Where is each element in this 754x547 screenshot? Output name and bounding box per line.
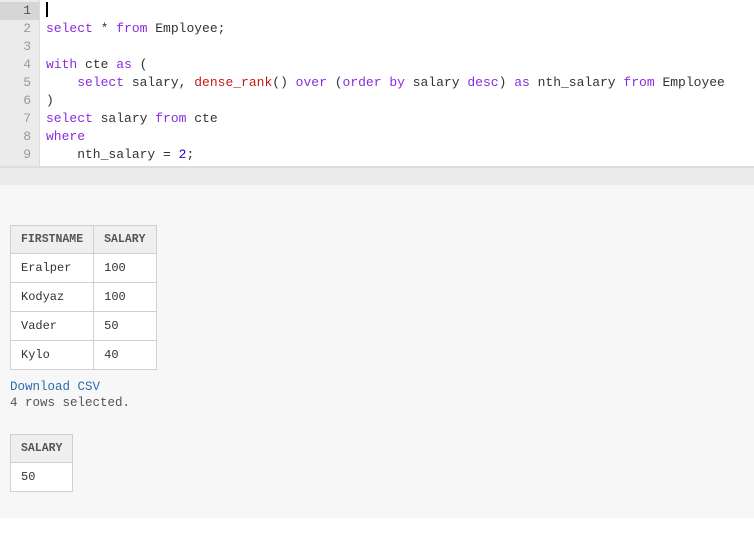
- line-number: 1: [0, 2, 39, 20]
- table-row: Vader50: [11, 312, 157, 341]
- editor-bottom-bar: [0, 167, 754, 185]
- result-table-2: SALARY 50: [10, 434, 73, 492]
- table-row: Eralper100: [11, 254, 157, 283]
- code-line[interactable]: [46, 2, 748, 20]
- line-number: 8: [4, 128, 31, 146]
- line-number: 7: [4, 110, 31, 128]
- table-cell: 100: [94, 283, 156, 312]
- code-line[interactable]: select * from Employee;: [46, 20, 748, 38]
- line-number: 2: [4, 20, 31, 38]
- table-cell: 50: [11, 463, 73, 492]
- code-line[interactable]: select salary from cte: [46, 110, 748, 128]
- download-csv-link[interactable]: Download CSV: [10, 380, 100, 394]
- column-header: FIRSTNAME: [11, 226, 94, 254]
- table-row: Kylo40: [11, 341, 157, 370]
- code-line[interactable]: nth_salary = 2;: [46, 146, 748, 164]
- results-panel: FIRSTNAMESALARY Eralper100Kodyaz100Vader…: [0, 185, 754, 518]
- line-number: 6: [4, 92, 31, 110]
- column-header: SALARY: [11, 435, 73, 463]
- code-line[interactable]: ): [46, 92, 748, 110]
- result-table-1: FIRSTNAMESALARY Eralper100Kodyaz100Vader…: [10, 225, 157, 370]
- table-cell: Kylo: [11, 341, 94, 370]
- line-gutter: 123456789: [0, 0, 40, 166]
- code-line[interactable]: with cte as (: [46, 56, 748, 74]
- table-cell: Kodyaz: [11, 283, 94, 312]
- table-row: 50: [11, 463, 73, 492]
- column-header: SALARY: [94, 226, 156, 254]
- status-text: 4 rows selected.: [10, 396, 744, 410]
- code-line[interactable]: where: [46, 128, 748, 146]
- table-cell: 50: [94, 312, 156, 341]
- text-cursor: [46, 2, 48, 17]
- table-cell: Vader: [11, 312, 94, 341]
- table-cell: Eralper: [11, 254, 94, 283]
- line-number: 3: [4, 38, 31, 56]
- code-line[interactable]: [46, 38, 748, 56]
- code-line[interactable]: select salary, dense_rank() over (order …: [46, 74, 748, 92]
- table-row: Kodyaz100: [11, 283, 157, 312]
- line-number: 4: [4, 56, 31, 74]
- line-number: 9: [4, 146, 31, 164]
- line-number: 5: [4, 74, 31, 92]
- table-cell: 100: [94, 254, 156, 283]
- sql-editor[interactable]: 123456789 select * from Employee; with ct…: [0, 0, 754, 167]
- code-area[interactable]: select * from Employee; with cte as ( sel…: [40, 0, 754, 166]
- table-cell: 40: [94, 341, 156, 370]
